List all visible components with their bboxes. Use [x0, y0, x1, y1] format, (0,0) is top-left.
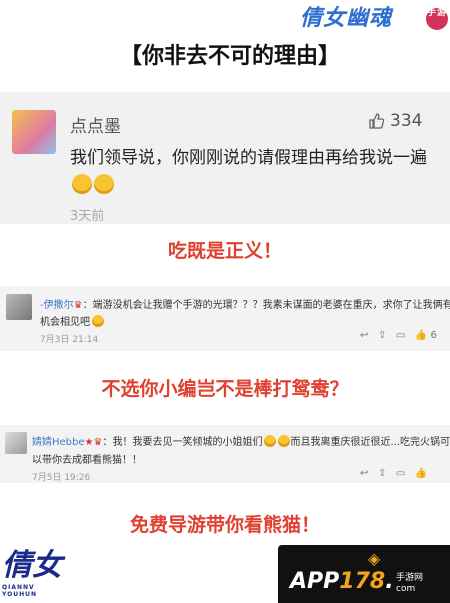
app178-sub1: 手游网: [396, 573, 424, 583]
avatar[interactable]: [12, 110, 56, 154]
game-logo: 倩女幽魂 手游: [300, 0, 448, 40]
comment-text-line: 以带你去成都看熊猫！！: [32, 455, 142, 466]
comment-time: 7月3日 21:14: [40, 335, 99, 345]
comment-text-line: 机会相见吧: [40, 313, 104, 328]
app178-subtext: 手游网 com: [396, 573, 423, 595]
like-icon[interactable]: 👍: [415, 468, 427, 479]
comment-tools: ↩ ⇪ ▭ 👍 6: [360, 330, 437, 341]
phone-signal-icon: ◈: [368, 549, 381, 568]
comment-time: 7月5日 19:26: [32, 473, 91, 483]
slogan: 不选你小编岂不是棒打鸳鸯？: [101, 378, 349, 400]
crying-laughing-emoji-icon: [72, 174, 92, 194]
game-logo-text: 倩女幽魂: [300, 6, 393, 31]
share-icon[interactable]: ⇪: [378, 468, 386, 479]
comment-icon[interactable]: ▭: [396, 468, 405, 479]
comment-tools: ↩ ⇪ ▭ 👍: [360, 468, 427, 479]
reply-icon[interactable]: ↩: [360, 468, 368, 479]
app178-prefix: APP: [290, 569, 340, 594]
like-button[interactable]: 334: [368, 111, 422, 131]
comment-time: 3天前: [70, 209, 105, 224]
slogan: 吃既是正义！: [167, 240, 282, 262]
comment-text-body: ：端游没机会让我赠个手游的光環？？？我素未谋面的老婆在重庆，求你了让我俩有个: [82, 300, 450, 311]
comment-username[interactable]: 点点墨: [70, 112, 121, 137]
comment-text-line: 婧婧Hebbe★♛：我！我要去见一笑倾城的小姐姐们 而且我离重庆很近很近...吃完…: [32, 433, 450, 448]
app178-sub2: com: [396, 584, 416, 594]
vip-icon: ★♛: [84, 437, 103, 448]
avatar[interactable]: [5, 432, 27, 454]
comment-text-line: -伊撒尔♛：端游没机会让我赠个手游的光環？？？我素未谋面的老婆在重庆，求你了让我…: [40, 296, 450, 311]
qiannv-logo-text: 倩女: [2, 548, 62, 583]
share-icon[interactable]: ⇪: [378, 330, 386, 341]
like-icon[interactable]: 👍: [415, 330, 427, 341]
reply-icon[interactable]: ↩: [360, 330, 368, 341]
like-count: 6: [430, 330, 437, 341]
app178-number: 178: [339, 569, 386, 594]
shocked-emoji-icon: [264, 435, 277, 447]
comment-text-body: 机会相见吧: [40, 317, 90, 328]
like-count: 334: [390, 111, 423, 131]
comment-username[interactable]: -伊撒尔: [40, 300, 74, 311]
qiannv-logo-subtext: QIANNV YOUHUN: [2, 584, 38, 598]
avatar[interactable]: [6, 294, 32, 320]
app178-suffix: .: [385, 569, 394, 594]
comment-username[interactable]: 婧婧Hebbe: [32, 437, 85, 448]
comment-icon[interactable]: ▭: [396, 330, 405, 341]
qiannv-logo: 倩女 QIANNV YOUHUN: [2, 540, 72, 600]
comment-text: 我们领导说，你刚刚说的请假理由再给我说一遍: [70, 145, 430, 199]
comment-text-body: 我们领导说，你刚刚说的请假理由再给我说一遍: [70, 148, 427, 168]
thumbs-up-icon: [369, 113, 385, 129]
game-logo-badge: 手游: [426, 8, 448, 30]
app178-logo: ◈ APP178. 手游网 com: [278, 545, 450, 603]
app178-logo-text: APP178.: [290, 569, 394, 594]
page-title: 【你非去不可的理由】: [119, 44, 340, 69]
crying-emoji-icon: [92, 315, 104, 327]
vip-icon: ♛: [73, 300, 83, 311]
shocked-emoji-icon: [278, 435, 291, 447]
crying-laughing-emoji-icon: [94, 174, 114, 194]
slogan: 免费导游带你看熊猫！: [129, 514, 320, 536]
comment-text-body: ：我！我要去见一笑倾城的小姐姐们: [102, 437, 263, 448]
comment-text-body: 而且我离重庆很近很近...吃完火锅可: [290, 437, 450, 448]
